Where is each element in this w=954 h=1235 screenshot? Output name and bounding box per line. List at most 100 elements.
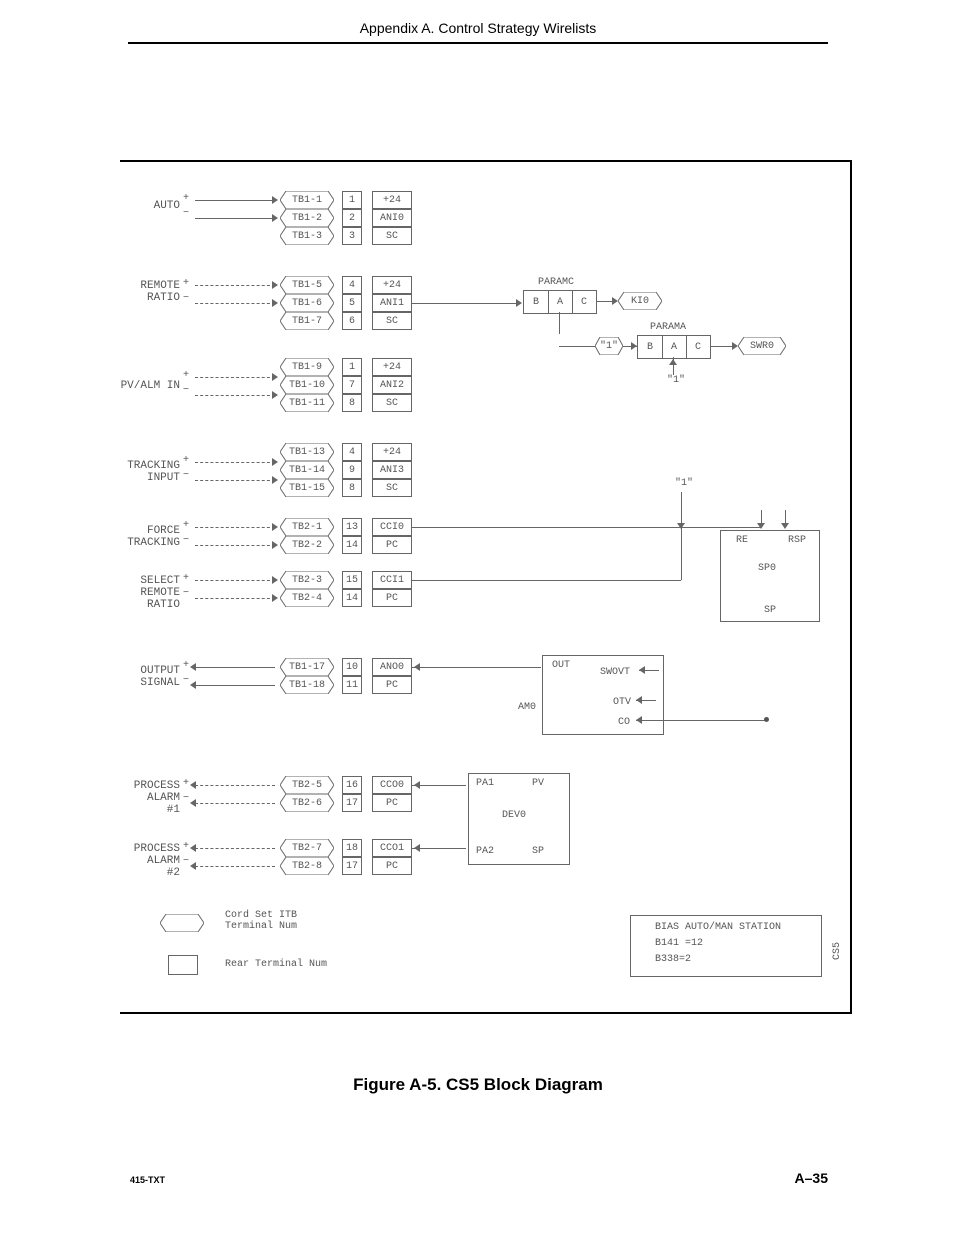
num-box: 6 bbox=[342, 312, 362, 330]
arrowhead bbox=[272, 214, 278, 222]
polarity-minus: − bbox=[183, 793, 189, 804]
type-box: PC bbox=[372, 676, 412, 694]
dev0-pa2: PA2 bbox=[476, 846, 494, 857]
wire-dashed bbox=[195, 395, 275, 396]
polarity-plus: + bbox=[183, 278, 189, 289]
wire bbox=[411, 580, 681, 581]
num-box: 4 bbox=[342, 276, 362, 294]
wire bbox=[411, 527, 761, 528]
polarity-minus: − bbox=[183, 535, 189, 546]
type-box: CCI1 bbox=[372, 571, 412, 589]
arrowhead bbox=[272, 458, 278, 466]
wire-dashed bbox=[195, 580, 275, 581]
polarity-minus: − bbox=[183, 385, 189, 396]
parama-a: A bbox=[662, 336, 687, 358]
type-box: SC bbox=[372, 312, 412, 330]
wire-dashed bbox=[195, 545, 275, 546]
arrowhead bbox=[636, 696, 642, 704]
hex-tb2-7: TB2-7 bbox=[280, 839, 334, 857]
paramc-c: C bbox=[572, 291, 596, 313]
wire bbox=[636, 720, 766, 721]
hex-tb1-1: TB1-1 bbox=[280, 191, 334, 209]
type-box: CCO1 bbox=[372, 839, 412, 857]
num-box: 1 bbox=[342, 191, 362, 209]
header-rule bbox=[128, 42, 828, 44]
arrowhead bbox=[272, 594, 278, 602]
hex-tb1-3: TB1-3 bbox=[280, 227, 334, 245]
hex-tb2-6: TB2-6 bbox=[280, 794, 334, 812]
wire bbox=[681, 510, 682, 580]
info-title: BIAS AUTO/MAN STATION bbox=[655, 922, 781, 933]
arrowhead bbox=[272, 373, 278, 381]
hex-label: TB1-2 bbox=[292, 213, 322, 224]
wire bbox=[195, 218, 275, 219]
parama-label: PARAMA bbox=[650, 322, 686, 333]
arrowhead bbox=[414, 663, 420, 671]
wire-dashed bbox=[195, 462, 275, 463]
polarity-plus: + bbox=[183, 193, 189, 204]
hex-label: TB2-6 bbox=[292, 798, 322, 809]
paramc-b: B bbox=[524, 291, 549, 313]
sp0-title: SP0 bbox=[758, 563, 776, 574]
hex-label: TB1-15 bbox=[289, 483, 325, 494]
wire-dashed bbox=[195, 527, 275, 528]
type-box: +24 bbox=[372, 443, 412, 461]
wire-dashed bbox=[195, 598, 275, 599]
arrowhead bbox=[757, 523, 765, 529]
num-box: 3 bbox=[342, 227, 362, 245]
polarity-minus: − bbox=[183, 470, 189, 481]
num-box: 5 bbox=[342, 294, 362, 312]
literal-label: "1" bbox=[600, 341, 618, 352]
hex-swr0: SWR0 bbox=[738, 337, 786, 355]
hex-label: TB1-14 bbox=[289, 465, 325, 476]
am0-otv: OTV bbox=[613, 697, 631, 708]
num-box: 2 bbox=[342, 209, 362, 227]
type-box: ANI1 bbox=[372, 294, 412, 312]
hex-label: TB2-7 bbox=[292, 843, 322, 854]
num-box: 9 bbox=[342, 461, 362, 479]
type-box: ANO0 bbox=[372, 658, 412, 676]
am0-out: OUT bbox=[552, 660, 570, 671]
label-output-signal: OUTPUTSIGNAL bbox=[120, 665, 180, 689]
arrowhead bbox=[190, 862, 196, 870]
num-box: 17 bbox=[342, 794, 362, 812]
figure-caption: Figure A-5. CS5 Block Diagram bbox=[128, 1075, 828, 1095]
polarity-plus: + bbox=[183, 660, 189, 671]
polarity-plus: + bbox=[183, 520, 189, 531]
polarity-plus: + bbox=[183, 573, 189, 584]
wire bbox=[411, 303, 519, 304]
dev0-sp: SP bbox=[532, 846, 544, 857]
legend-rect bbox=[168, 955, 198, 975]
paramc-a: A bbox=[548, 291, 573, 313]
sp0-rsp: RSP bbox=[788, 535, 806, 546]
arrowhead bbox=[414, 781, 420, 789]
type-box: +24 bbox=[372, 358, 412, 376]
arrowhead bbox=[272, 476, 278, 484]
hex-label: TB1-13 bbox=[289, 447, 325, 458]
polarity-plus: + bbox=[183, 778, 189, 789]
hex-label: TB2-2 bbox=[292, 540, 322, 551]
wire-dashed bbox=[195, 285, 275, 286]
arrowhead bbox=[190, 799, 196, 807]
hex-ki0: KI0 bbox=[618, 292, 662, 310]
hex-label: TB1-18 bbox=[289, 680, 325, 691]
dev0-title: DEV0 bbox=[502, 810, 526, 821]
arrowhead bbox=[272, 281, 278, 289]
type-box: SC bbox=[372, 394, 412, 412]
legend-hex bbox=[160, 914, 204, 932]
num-box: 10 bbox=[342, 658, 362, 676]
type-box: ANI0 bbox=[372, 209, 412, 227]
am0-title: AM0 bbox=[518, 702, 536, 713]
arrowhead bbox=[190, 681, 196, 689]
parama-block: B A C bbox=[637, 335, 711, 359]
polarity-minus: − bbox=[183, 208, 189, 219]
num-box: 15 bbox=[342, 571, 362, 589]
dev0-pv: PV bbox=[532, 778, 544, 789]
paramc-label: PARAMC bbox=[538, 277, 574, 288]
arrowhead bbox=[272, 391, 278, 399]
hex-tb1-10: TB1-10 bbox=[280, 376, 334, 394]
wire bbox=[559, 312, 560, 334]
arrowhead bbox=[190, 781, 196, 789]
hex-label: TB1-6 bbox=[292, 298, 322, 309]
one-literal-3: "1" bbox=[675, 478, 693, 489]
